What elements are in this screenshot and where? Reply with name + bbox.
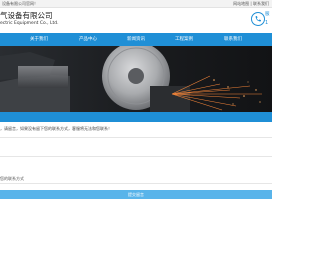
hotline-number: 1: [265, 20, 269, 26]
page: 设备有限公司官网！ 网站地图 | 联系我们 气设备有限公司 ectric Equ…: [0, 0, 272, 274]
nav-item-news[interactable]: 新闻资讯: [119, 33, 153, 46]
message-form-header: [0, 112, 272, 122]
top-links[interactable]: 网站地图 | 联系我们: [233, 1, 269, 6]
message-textarea[interactable]: [0, 137, 272, 157]
message-form: ，请留言，如果没有留下您的联系方式，客服将无法和您联系！ 您的联系方式 提交留言: [0, 122, 272, 274]
site-header: 气设备有限公司 ectric Equipment Co., Ltd. 服 1: [0, 8, 272, 33]
welcome-text: 设备有限公司官网！: [2, 1, 38, 6]
company-english-name: ectric Equipment Co., Ltd.: [0, 21, 59, 26]
nav-item-contact[interactable]: 联系我们: [216, 33, 250, 46]
hero-banner: [0, 46, 272, 112]
phone-icon: [251, 12, 265, 26]
submit-button[interactable]: 提交留言: [0, 190, 272, 199]
nav-item-products[interactable]: 产品中心: [71, 33, 105, 46]
main-nav: 关于我们 产品中心 新闻资讯 工程案例 联系我们: [0, 33, 272, 46]
grinding-wheel-image: [0, 46, 272, 112]
nav-item-cases[interactable]: 工程案例: [167, 33, 201, 46]
form-intro-text: ，请留言，如果没有留下您的联系方式，客服将无法和您联系！: [0, 126, 112, 131]
nav-item-about[interactable]: 关于我们: [22, 33, 56, 46]
contact-label: 您的联系方式: [0, 176, 24, 181]
top-bar: 设备有限公司官网！ 网站地图 | 联系我们: [0, 0, 272, 8]
hotline-label: 服: [265, 12, 270, 17]
company-name: 气设备有限公司: [0, 11, 53, 20]
